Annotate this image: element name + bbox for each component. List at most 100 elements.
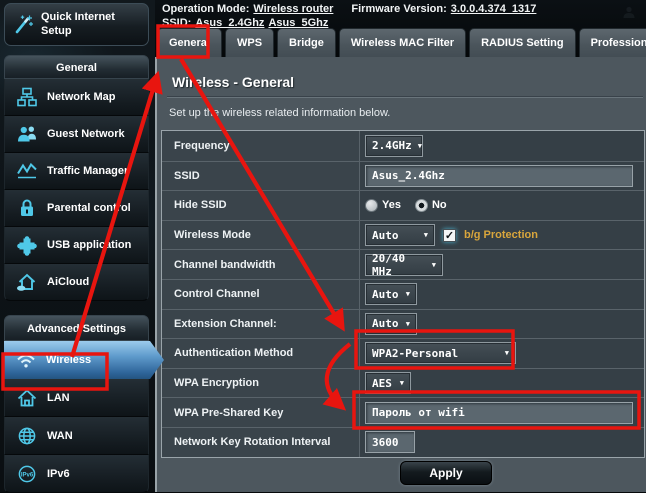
lock-icon xyxy=(16,197,38,219)
sidebar-item-label: Guest Network xyxy=(47,128,125,140)
title-divider xyxy=(167,96,643,97)
row-label: Frequency xyxy=(162,131,360,161)
network-map-icon xyxy=(16,86,38,108)
hide-ssid-radio-group: Yes No xyxy=(365,199,447,212)
main-panel: Wireless - General Set up the wireless r… xyxy=(155,57,646,492)
caret-down-icon: ▼ xyxy=(400,379,404,387)
row-label: Channel bandwidth xyxy=(162,250,360,279)
authentication-method-dropdown[interactable]: WPA2-Personal▼ xyxy=(365,342,516,364)
caret-down-icon: ▼ xyxy=(505,349,509,357)
sidebar-item-label: Traffic Manager xyxy=(47,165,128,177)
table-row-frequency: Frequency 2.4GHz▼ xyxy=(162,131,644,161)
table-row-extension-channel: Extension Channel: Auto▼ xyxy=(162,309,644,339)
sidebar-item-usb-application[interactable]: USB application xyxy=(4,227,149,264)
sidebar-item-traffic-manager[interactable]: Traffic Manager xyxy=(4,153,149,190)
tab-wps[interactable]: WPS xyxy=(225,28,274,57)
house-icon xyxy=(16,387,38,409)
tab-radius-setting[interactable]: RADIUS Setting xyxy=(469,28,576,57)
top-status-bar: Operation Mode: Wireless router Firmware V… xyxy=(155,0,646,57)
caret-down-icon: ▼ xyxy=(406,290,410,298)
control-channel-dropdown[interactable]: Auto▼ xyxy=(365,283,417,305)
sidebar-section-advanced-title: Advanced Settings xyxy=(4,315,149,341)
row-label: SSID xyxy=(162,162,360,191)
firmware-version-link[interactable]: 3.0.0.4.374_1317 xyxy=(451,3,537,15)
table-row-wpa-pre-shared-key: WPA Pre-Shared Key xyxy=(162,397,644,427)
row-label: Hide SSID xyxy=(162,191,360,220)
sidebar-section-general: General Network Map Guest Network Traffi… xyxy=(4,55,149,301)
sidebar-item-ipv6[interactable]: IPv6 IPv6 xyxy=(4,455,149,493)
puzzle-piece-icon xyxy=(16,234,38,256)
sidebar-item-wan[interactable]: WAN xyxy=(4,417,149,455)
row-label: Network Key Rotation Interval xyxy=(162,428,360,457)
operation-mode-link[interactable]: Wireless router xyxy=(253,3,333,15)
page-description: Set up the wireless related information … xyxy=(169,107,390,119)
sidebar-item-label: USB application xyxy=(47,239,131,251)
table-row-wireless-mode: Wireless Mode Auto▼ ✓ b/g Protection xyxy=(162,220,644,250)
wpa-pre-shared-key-input[interactable] xyxy=(365,402,633,424)
ssid-input[interactable] xyxy=(365,165,633,187)
row-label: Wireless Mode xyxy=(162,221,360,250)
channel-bandwidth-dropdown[interactable]: 20/40 MHz▼ xyxy=(365,254,443,276)
apply-button[interactable]: Apply xyxy=(400,461,492,485)
caret-down-icon: ▼ xyxy=(424,231,428,239)
sidebar-item-label: WAN xyxy=(47,430,73,442)
aicloud-icon xyxy=(16,271,38,293)
caret-down-icon: ▼ xyxy=(432,261,436,269)
row-label: WPA Encryption xyxy=(162,369,360,398)
sidebar-item-aicloud[interactable]: AiCloud xyxy=(4,264,149,301)
sidebar-item-label: AiCloud xyxy=(47,276,89,288)
row-label: Control Channel xyxy=(162,280,360,309)
wpa-encryption-dropdown[interactable]: AES▼ xyxy=(365,372,411,394)
hide-ssid-yes-radio[interactable]: Yes xyxy=(365,199,401,212)
caret-down-icon: ▼ xyxy=(406,320,410,328)
bg-protection-checkbox[interactable]: ✓ xyxy=(443,229,456,242)
guest-network-icon xyxy=(16,123,38,145)
row-label: WPA Pre-Shared Key xyxy=(162,398,360,427)
quick-internet-setup-button[interactable]: Quick Internet Setup xyxy=(4,3,149,46)
caret-down-icon: ▼ xyxy=(418,142,422,150)
status-line-1: Operation Mode: Wireless router Firmware V… xyxy=(162,3,536,15)
sidebar-item-label: Network Map xyxy=(47,91,115,103)
row-label: Extension Channel: xyxy=(162,310,360,339)
frequency-dropdown[interactable]: 2.4GHz▼ xyxy=(365,135,423,157)
tab-general[interactable]: General xyxy=(157,28,222,57)
sidebar-section-advanced-settings: Advanced Settings Wireless LAN WAN IPv6 … xyxy=(4,315,149,493)
table-row-control-channel: Control Channel Auto▼ xyxy=(162,279,644,309)
traffic-chart-icon xyxy=(16,160,38,182)
firmware-label: Firmware Version: xyxy=(351,3,446,15)
ipv6-globe-icon: IPv6 xyxy=(16,463,38,485)
wifi-icon xyxy=(15,349,37,371)
network-key-rotation-input[interactable] xyxy=(365,431,415,453)
tab-bridge[interactable]: Bridge xyxy=(277,28,336,57)
table-row-channel-bandwidth: Channel bandwidth 20/40 MHz▼ xyxy=(162,249,644,279)
sidebar: Quick Internet Setup General Network Map… xyxy=(0,0,155,492)
table-row-hide-ssid: Hide SSID Yes No xyxy=(162,190,644,220)
table-row-ssid: SSID xyxy=(162,161,644,191)
tab-professional[interactable]: Professional xyxy=(579,28,646,57)
sidebar-item-lan[interactable]: LAN xyxy=(4,379,149,417)
sidebar-item-wireless[interactable]: Wireless xyxy=(4,341,164,379)
operation-mode-label: Operation Mode: xyxy=(162,3,249,15)
sidebar-item-parental-control[interactable]: Parental control xyxy=(4,190,149,227)
bg-protection-label: b/g Protection xyxy=(464,229,538,241)
sidebar-section-general-title: General xyxy=(4,55,149,79)
wireless-mode-dropdown[interactable]: Auto▼ xyxy=(365,224,435,246)
sidebar-item-network-map[interactable]: Network Map xyxy=(4,79,149,116)
row-label: Authentication Method xyxy=(162,339,360,368)
user-icon xyxy=(622,5,636,19)
wireless-settings-table: Frequency 2.4GHz▼ SSID Hide SSID Yes No … xyxy=(161,130,645,458)
table-row-authentication-method: Authentication Method WPA2-Personal▼ xyxy=(162,338,644,368)
extension-channel-dropdown[interactable]: Auto▼ xyxy=(365,313,417,335)
table-row-wpa-encryption: WPA Encryption AES▼ xyxy=(162,368,644,398)
hide-ssid-no-radio[interactable]: No xyxy=(415,199,447,212)
table-row-network-key-rotation: Network Key Rotation Interval xyxy=(162,427,644,457)
page-title: Wireless - General xyxy=(172,74,294,90)
radio-unselected-icon xyxy=(365,199,378,212)
globe-icon xyxy=(16,425,38,447)
sidebar-item-label: LAN xyxy=(47,392,70,404)
wireless-tabs: General WPS Bridge Wireless MAC Filter R… xyxy=(157,28,646,57)
sidebar-item-guest-network[interactable]: Guest Network xyxy=(4,116,149,153)
quick-internet-setup-label: Quick Internet Setup xyxy=(41,11,137,37)
tab-wireless-mac-filter[interactable]: Wireless MAC Filter xyxy=(339,28,466,57)
sidebar-item-label: Wireless xyxy=(46,354,91,366)
